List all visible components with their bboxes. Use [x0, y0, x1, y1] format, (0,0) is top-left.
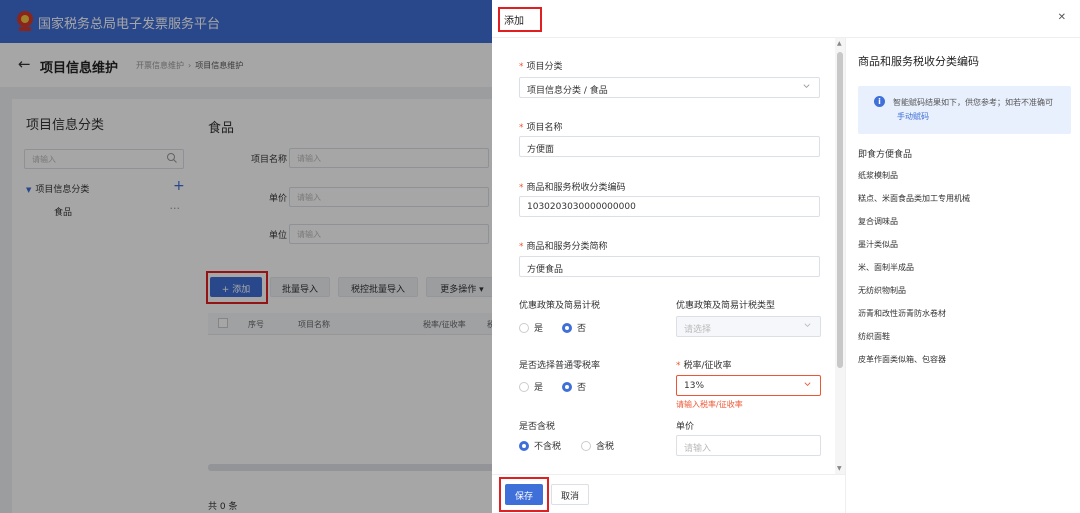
cancel-button[interactable]: 取消 — [551, 484, 589, 505]
tax-code-value: 1030203030000000000 — [527, 202, 636, 212]
field-label-tax-code: * 商品和服务税收分类编码 — [519, 180, 626, 193]
list-item[interactable]: 皮革作面类似箱、包容器 — [858, 354, 1071, 377]
radio-option-no[interactable]: 否 — [562, 321, 586, 334]
preferential-radio-group: 是 否 — [519, 321, 639, 335]
field-label-preferential-type: 优惠政策及简易计税类型 — [676, 301, 776, 311]
category-value: 项目信息分类 / 食品 — [527, 86, 608, 96]
list-item[interactable]: 糕点、米面食品类加工专用机械 — [858, 193, 1071, 216]
radio-label: 是 — [534, 383, 544, 393]
unit-price-input[interactable]: 请输入 — [676, 435, 821, 456]
scrollbar-thumb[interactable] — [837, 52, 843, 368]
add-item-form: * 项目分类 项目信息分类 / 食品 * 项目名称 方便面 * 商品和服务税收分类编码… — [492, 38, 832, 474]
field-label-name: * 项目名称 — [519, 120, 563, 133]
category-select[interactable]: 项目信息分类 / 食品 — [519, 77, 820, 98]
tax-code-panel-title: 商品和服务税收分类编码 — [858, 55, 979, 68]
form-scrollbar[interactable]: ▲ ▼ — [835, 38, 845, 474]
radio-label: 含税 — [596, 442, 615, 452]
label-text: 商品和服务分类简称 — [526, 242, 608, 252]
list-item[interactable]: 复合调味品 — [858, 216, 1071, 239]
list-item[interactable]: 纺织面鞋 — [858, 331, 1071, 354]
label-text: 项目名称 — [526, 123, 563, 133]
radio-button-selected[interactable] — [562, 382, 572, 392]
drawer-header: 添加 ✕ — [492, 0, 1080, 38]
add-item-drawer: 添加 ✕ * 项目分类 项目信息分类 / 食品 * 项目名称 方便面 * 商品和服务税… — [492, 0, 1080, 513]
required-mark: * — [519, 242, 524, 252]
tax-code-input[interactable]: 1030203030000000000 — [519, 196, 820, 217]
tip-message: 智能赋码结果如下，供您参考；如若不准确可 — [893, 98, 1053, 107]
radio-label: 是 — [534, 324, 544, 334]
required-mark: * — [676, 361, 681, 371]
tax-code-suggestion-list: 即食方便食品 纸浆模制品 糕点、米面食品类加工专用机械 复合调味品 墨汁类似品 … — [858, 147, 1071, 377]
item-name-value: 方便面 — [527, 145, 555, 155]
scroll-down-icon[interactable]: ▼ — [837, 465, 842, 472]
chevron-down-icon — [804, 323, 811, 328]
radio-option-tax-excluded[interactable]: 不含税 — [519, 439, 561, 452]
tax-rate-select[interactable]: 13% — [676, 375, 821, 396]
radio-option-tax-included[interactable]: 含税 — [581, 439, 614, 452]
modal-overlay[interactable] — [0, 0, 492, 513]
radio-option-yes[interactable]: 是 — [519, 380, 543, 393]
field-label-zero-rate: 是否选择普通零税率 — [519, 361, 601, 371]
radio-button[interactable] — [581, 441, 591, 451]
chevron-down-icon — [803, 84, 810, 89]
zero-rate-radio-group: 是 否 — [519, 380, 639, 394]
label-text: 税率/征收率 — [683, 361, 732, 371]
highlight-box — [498, 7, 542, 32]
list-item[interactable]: 纸浆模制品 — [858, 170, 1071, 193]
radio-button[interactable] — [519, 382, 529, 392]
tax-code-panel: 商品和服务税收分类编码 i 智能赋码结果如下，供您参考；如若不准确可手动赋码 即… — [845, 38, 1080, 513]
list-item[interactable]: 墨汁类似品 — [858, 239, 1071, 262]
radio-label: 否 — [577, 383, 587, 393]
highlight-box — [499, 477, 549, 512]
item-name-input[interactable]: 方便面 — [519, 136, 820, 157]
tax-rate-value: 13% — [684, 381, 705, 391]
radio-option-no[interactable]: 否 — [562, 380, 586, 393]
tax-short-name-input[interactable]: 方便食品 — [519, 256, 820, 277]
unit-price-placeholder: 请输入 — [684, 444, 712, 454]
field-label-tax-short-name: * 商品和服务分类简称 — [519, 239, 608, 252]
preferential-type-placeholder: 请选择 — [684, 325, 712, 335]
preferential-type-select[interactable]: 请选择 — [676, 316, 821, 337]
label-text: 商品和服务税收分类编码 — [526, 183, 626, 193]
field-label-unit-price: 单价 — [676, 422, 695, 432]
radio-option-yes[interactable]: 是 — [519, 321, 543, 334]
close-icon[interactable]: ✕ — [1058, 12, 1066, 23]
radio-button-selected[interactable] — [562, 323, 572, 333]
chevron-down-icon — [804, 382, 811, 387]
radio-label: 否 — [577, 324, 587, 334]
drawer-footer: 保存 取消 — [492, 474, 845, 513]
required-mark: * — [519, 62, 524, 72]
required-mark: * — [519, 183, 524, 193]
required-mark: * — [519, 123, 524, 133]
scroll-up-icon[interactable]: ▲ — [837, 40, 842, 47]
list-item[interactable]: 即食方便食品 — [858, 147, 1071, 170]
info-icon: i — [874, 96, 885, 107]
label-text: 项目分类 — [526, 62, 563, 72]
tax-short-name-value: 方便食品 — [527, 265, 564, 275]
field-label-preferential: 优惠政策及简易计税 — [519, 301, 601, 311]
tax-rate-error: 请输入税率/征收率 — [676, 400, 743, 409]
manual-coding-link[interactable]: 手动赋码 — [897, 112, 929, 121]
tip-text: 智能赋码结果如下，供您参考；如若不准确可手动赋码 — [893, 96, 1063, 124]
field-label-category: * 项目分类 — [519, 59, 563, 72]
list-item[interactable]: 沥青和改性沥青防水卷材 — [858, 308, 1071, 331]
radio-label: 不含税 — [534, 442, 562, 452]
field-label-tax-included: 是否含税 — [519, 422, 556, 432]
list-item[interactable]: 无纺织物制品 — [858, 285, 1071, 308]
tax-included-radio-group: 不含税 含税 — [519, 439, 649, 453]
radio-button[interactable] — [519, 323, 529, 333]
field-label-tax-rate: * 税率/征收率 — [676, 358, 732, 371]
smart-coding-tip: i 智能赋码结果如下，供您参考；如若不准确可手动赋码 — [858, 86, 1071, 134]
radio-button-selected[interactable] — [519, 441, 529, 451]
list-item[interactable]: 米、面制半成品 — [858, 262, 1071, 285]
